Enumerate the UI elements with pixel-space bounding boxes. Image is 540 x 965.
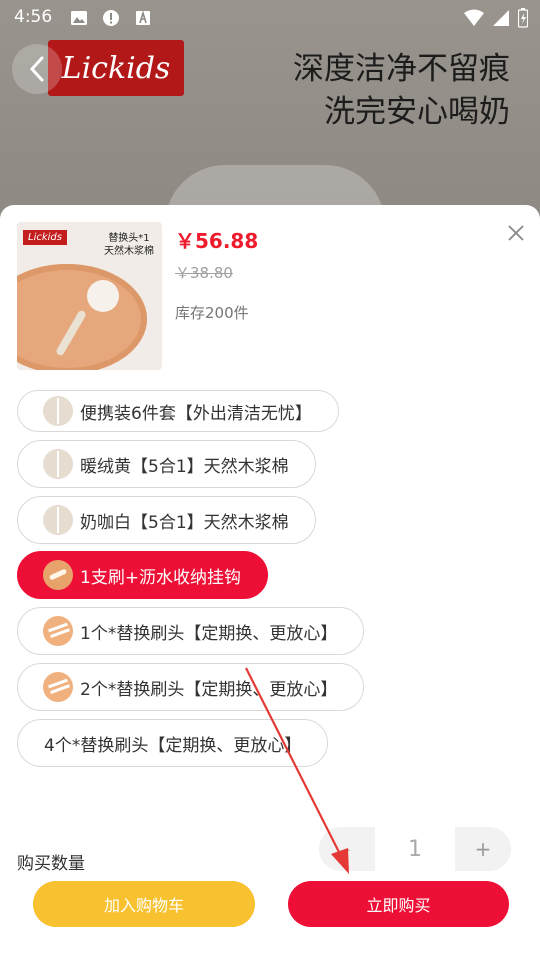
option-milk-coffee-white[interactable]: 奶咖白【5合1】天然木浆棉 — [17, 496, 316, 544]
quantity-increase-button[interactable]: + — [455, 827, 511, 871]
keyboard-notification-icon — [136, 10, 150, 25]
option-4-replacement-heads[interactable]: 4个*替换刷头【定期换、更放心】 — [17, 719, 329, 767]
headline-line-2: 洗完安心喝奶 — [324, 94, 510, 130]
option-label: 4个*替换刷头【定期换、更放心】 — [44, 735, 302, 756]
brand-logo: Lickids — [48, 40, 184, 96]
option-label: 便携装6件套【外出清洁无忧】 — [80, 403, 312, 424]
status-time: 4:56 — [14, 7, 53, 27]
image-notification-icon — [71, 11, 87, 25]
thumb-caption: 替换头*1 天然木浆棉 — [104, 232, 154, 258]
add-to-cart-button[interactable]: 加入购物车 — [33, 881, 255, 927]
close-icon[interactable] — [506, 223, 526, 243]
back-button[interactable] — [12, 44, 62, 94]
brush-head-1-icon — [43, 616, 73, 646]
thumb-brand-logo: Lickids — [23, 230, 67, 245]
buy-now-button[interactable]: 立即购买 — [288, 881, 509, 927]
wifi-icon — [464, 9, 484, 26]
original-price: ￥38.80 — [175, 264, 233, 282]
status-bar: 4:56 — [0, 0, 540, 36]
signal-icon — [493, 10, 509, 26]
option-brush-with-hook[interactable]: 1支刷+沥水收纳挂钩 — [17, 551, 269, 599]
option-label: 1个*替换刷头【定期换、更放心】 — [80, 623, 338, 644]
brush-set-icon — [43, 396, 73, 426]
quantity-stepper: - 1 + — [319, 827, 511, 871]
battery-icon — [518, 8, 528, 28]
alert-notification-icon — [103, 10, 119, 26]
option-portable-6-set[interactable]: 便携装6件套【外出清洁无忧】 — [17, 390, 339, 432]
option-label: 奶咖白【5合1】天然木浆棉 — [80, 512, 289, 533]
option-label: 暖绒黄【5合1】天然木浆棉 — [80, 456, 289, 477]
headline-line-1: 深度洁净不留痕 — [293, 51, 510, 87]
sponge-white-icon — [43, 505, 73, 535]
current-price: ￥56.88 — [175, 229, 259, 253]
quantity-decrease-button[interactable]: - — [319, 827, 375, 871]
product-thumbnail[interactable]: Lickids 替换头*1 天然木浆棉 — [17, 222, 162, 370]
quantity-label: 购买数量 — [17, 854, 85, 874]
thumb-sponge-head — [87, 280, 119, 312]
thumb-caption-line-2: 天然木浆棉 — [104, 246, 154, 257]
thumb-caption-line-1: 替换头*1 — [108, 233, 150, 244]
banner-headline: 深度洁净不留痕 洗完安心喝奶 — [293, 48, 510, 134]
brush-hook-icon — [43, 560, 73, 590]
stock-count: 库存200件 — [175, 304, 249, 322]
sku-selection-sheet: Lickids 替换头*1 天然木浆棉 ￥56.88 ￥38.80 库存200件… — [0, 205, 540, 965]
option-label: 1支刷+沥水收纳挂钩 — [80, 567, 242, 588]
brush-head-2-icon — [43, 672, 73, 702]
option-label: 2个*替换刷头【定期换、更放心】 — [80, 679, 338, 700]
quantity-input[interactable]: 1 — [375, 827, 455, 871]
option-1-replacement-head[interactable]: 1个*替换刷头【定期换、更放心】 — [17, 607, 365, 655]
chevron-left-icon — [29, 56, 44, 82]
sponge-yellow-icon — [43, 449, 73, 479]
option-warm-yellow[interactable]: 暖绒黄【5合1】天然木浆棉 — [17, 440, 316, 488]
brand-logo-text: Lickids — [61, 50, 171, 86]
option-2-replacement-heads[interactable]: 2个*替换刷头【定期换、更放心】 — [17, 663, 365, 711]
